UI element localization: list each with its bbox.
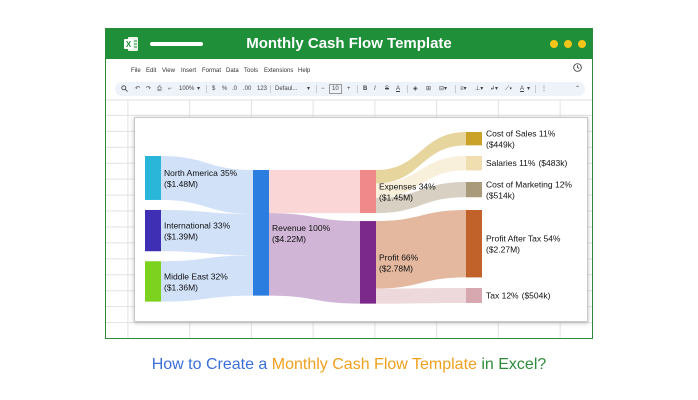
sankey-svg: North America 35% ($1.48M)International 3…	[145, 129, 572, 304]
decimal-decrease-button[interactable]: .0	[232, 85, 237, 93]
spreadsheet-window: X Monthly Cash Flow Template File Edit V…	[105, 28, 593, 339]
collapse-icon[interactable]: ⌃	[575, 85, 580, 93]
page-caption: How to Create a Monthly Cash Flow Templa…	[0, 356, 698, 374]
sankey-node-mkt[interactable]	[466, 182, 482, 198]
sankey-chart[interactable]: North America 35% ($1.48M) International 3…	[134, 117, 588, 322]
sankey-node-rev[interactable]	[253, 170, 269, 296]
toolbar-divider	[407, 85, 408, 93]
toolbar-divider	[270, 85, 271, 93]
sankey-label-sal: Salaries 11% ($483k)	[486, 158, 567, 168]
rotate-icon[interactable]: ⟋▾	[505, 85, 512, 93]
sankey-label-pat: Profit After Tax 54% ($2.27M)	[486, 234, 561, 255]
toolbar-divider	[535, 85, 536, 93]
text-color-button[interactable]: A	[396, 85, 400, 93]
font-size-increase-button[interactable]: +	[347, 85, 351, 93]
decimal-increase-button[interactable]: .00	[243, 85, 251, 93]
window-dot[interactable]	[564, 40, 572, 48]
menu-tools[interactable]: Tools	[244, 68, 258, 74]
title-bar: X Monthly Cash Flow Template	[106, 29, 592, 59]
merge-icon[interactable]: ⊟▾	[439, 85, 447, 93]
redo-icon[interactable]: ↷	[146, 85, 151, 93]
sankey-label-profit: Profit 66% ($2.78M)	[379, 252, 419, 273]
menu-extensions[interactable]: Extensions	[264, 68, 293, 74]
caption-highlight: Monthly Cash Flow Template	[271, 356, 477, 373]
menu-bar: File Edit View Insert Format Data Tools …	[106, 67, 592, 81]
menu-insert[interactable]: Insert	[181, 68, 196, 74]
wrap-icon[interactable]: ↲▾	[490, 85, 498, 93]
menu-view[interactable]: View	[162, 68, 175, 74]
sankey-node-intl[interactable]	[145, 209, 161, 252]
align-icon[interactable]: ≡▾	[460, 85, 467, 93]
italic-button[interactable]: I	[374, 85, 376, 93]
sankey-label-tax: Tax 12% ($504k)	[486, 290, 551, 300]
font-size-input[interactable]: 10	[329, 84, 342, 94]
zoom-select[interactable]: 100%	[179, 85, 194, 93]
undo-icon[interactable]: ↶	[135, 85, 140, 93]
font-size-decrease-button[interactable]: −	[321, 85, 325, 93]
fill-color-icon[interactable]: ◈	[413, 85, 418, 93]
paint-format-icon[interactable]: ⌐	[168, 85, 172, 93]
menu-edit[interactable]: Edit	[146, 68, 156, 74]
percent-button[interactable]: %	[222, 85, 227, 93]
window-title: Monthly Cash Flow Template	[246, 35, 452, 52]
sankey-node-exp[interactable]	[360, 170, 376, 214]
sankey-label-cos: Cost of Sales 11% ($449k)	[486, 129, 556, 150]
toolbar-divider	[455, 85, 456, 93]
number-format-button[interactable]: 123	[257, 85, 267, 93]
toolbar: ↶ ↷ ⎙ ⌐ 100% ▾ $ % .0 .00 123 Defaul... …	[115, 82, 585, 96]
menu-help[interactable]: Help	[298, 68, 310, 74]
toolbar-divider	[206, 85, 207, 93]
text-color-button-2[interactable]: A	[520, 85, 524, 93]
toolbar-divider	[316, 85, 317, 93]
history-icon[interactable]	[572, 62, 583, 73]
bold-button[interactable]: B	[363, 85, 367, 93]
caption-part-1: How to Create a	[151, 356, 272, 373]
valign-icon[interactable]: ⊥▾	[475, 85, 483, 93]
sankey-node-sal[interactable]	[466, 156, 482, 171]
more-icon[interactable]: ⋮	[541, 85, 547, 93]
chevron-down-icon[interactable]: ▾	[527, 85, 530, 93]
sankey-node-na[interactable]	[145, 156, 161, 200]
search-icon[interactable]	[121, 85, 128, 92]
caption-part-3: in Excel?	[476, 356, 547, 373]
menu-data[interactable]: Data	[226, 68, 239, 74]
menu-format[interactable]: Format	[202, 68, 221, 74]
sankey-link-profit-pat	[376, 210, 466, 289]
window-dot[interactable]	[578, 40, 586, 48]
sankey-node-me[interactable]	[145, 261, 161, 302]
borders-icon[interactable]: ⊞	[426, 85, 431, 93]
strikethrough-button[interactable]: S	[385, 85, 389, 93]
sankey-node-cos[interactable]	[466, 132, 482, 146]
toolbar-divider	[357, 85, 358, 93]
print-icon[interactable]: ⎙	[157, 85, 162, 93]
window-dot[interactable]	[550, 40, 558, 48]
sankey-label-mkt: Cost of Marketing 12% ($514k)	[486, 180, 572, 201]
chevron-down-icon[interactable]: ▾	[307, 85, 310, 93]
chevron-down-icon[interactable]: ▾	[197, 85, 200, 93]
sankey-node-profit[interactable]	[360, 221, 376, 304]
sankey-link-profit-tax	[376, 288, 466, 304]
menu-file[interactable]: File	[131, 68, 141, 74]
sankey-link-rev-exp	[269, 170, 360, 214]
sankey-node-tax[interactable]	[466, 288, 482, 303]
font-select[interactable]: Defaul...	[275, 85, 297, 93]
sankey-node-pat[interactable]	[466, 210, 482, 278]
currency-button[interactable]: $	[212, 85, 215, 93]
